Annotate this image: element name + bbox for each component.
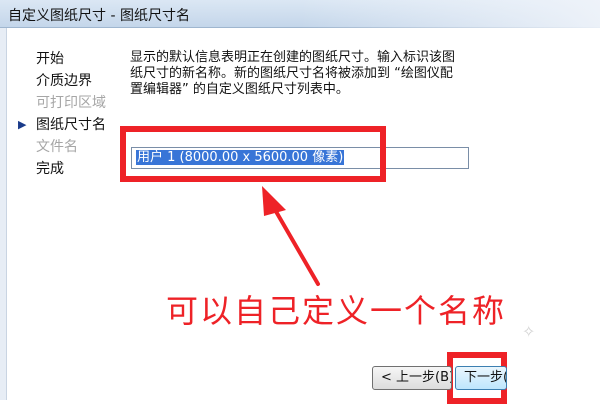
annotation-text: 可以自己定义一个名称 — [166, 292, 507, 330]
annotation-arrow-icon — [262, 186, 320, 286]
watermark-logo-icon: ✧ — [522, 322, 536, 341]
back-button[interactable]: < 上一步(B) — [372, 366, 452, 390]
next-button[interactable]: 下一步( — [455, 366, 507, 390]
